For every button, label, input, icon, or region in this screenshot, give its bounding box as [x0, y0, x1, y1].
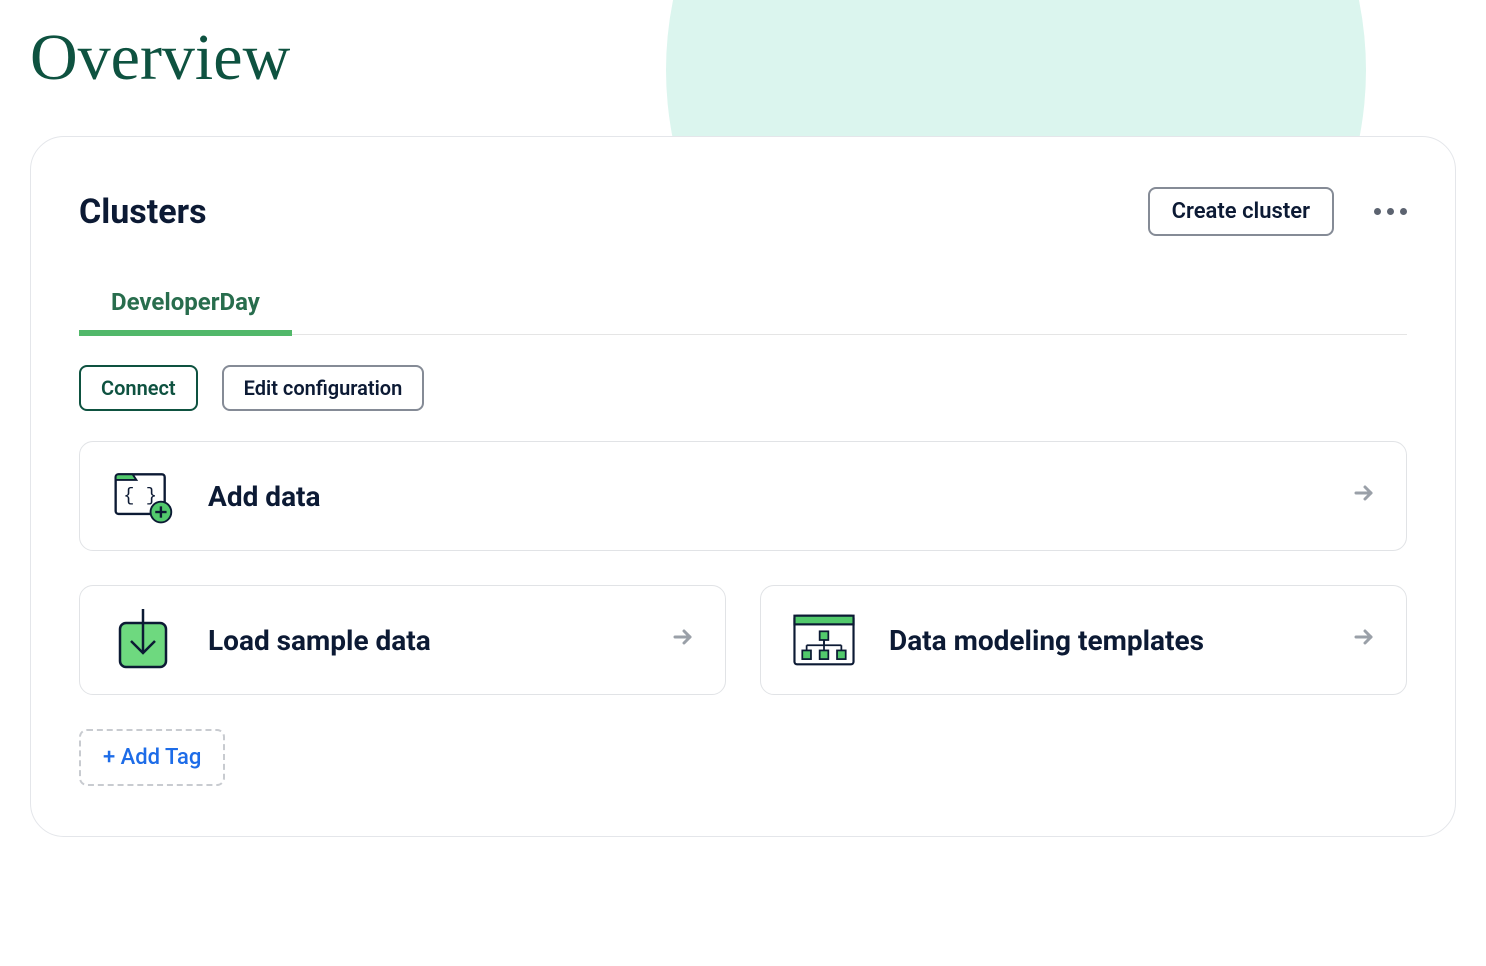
load-sample-label: Load sample data [208, 624, 639, 657]
add-data-card[interactable]: { } Add data [79, 441, 1407, 551]
panel-header: Clusters Create cluster [79, 187, 1407, 236]
tab-developerday[interactable]: DeveloperDay [79, 288, 292, 336]
page-title: Overview [30, 20, 1486, 96]
arrow-right-icon [1352, 625, 1376, 656]
add-tag-button[interactable]: + Add Tag [79, 729, 225, 786]
more-menu-icon[interactable] [1374, 208, 1407, 215]
add-data-icon: { } [110, 468, 176, 524]
svg-text:{ }: { } [123, 485, 157, 507]
templates-icon [791, 612, 857, 668]
arrow-right-icon [1352, 481, 1376, 512]
download-icon [110, 612, 176, 668]
clusters-panel: Clusters Create cluster DeveloperDay Con… [30, 136, 1456, 837]
data-modeling-label: Data modeling templates [889, 624, 1320, 657]
load-sample-data-card[interactable]: Load sample data [79, 585, 726, 695]
cluster-tabs: DeveloperDay [79, 288, 1407, 335]
action-buttons-row: Connect Edit configuration [79, 365, 1407, 411]
data-modeling-templates-card[interactable]: Data modeling templates [760, 585, 1407, 695]
add-data-label: Add data [208, 480, 1320, 513]
edit-configuration-button[interactable]: Edit configuration [222, 365, 425, 411]
arrow-right-icon [671, 625, 695, 656]
create-cluster-button[interactable]: Create cluster [1148, 187, 1334, 236]
panel-heading: Clusters [79, 192, 207, 232]
header-actions: Create cluster [1148, 187, 1407, 236]
connect-button[interactable]: Connect [79, 365, 198, 411]
